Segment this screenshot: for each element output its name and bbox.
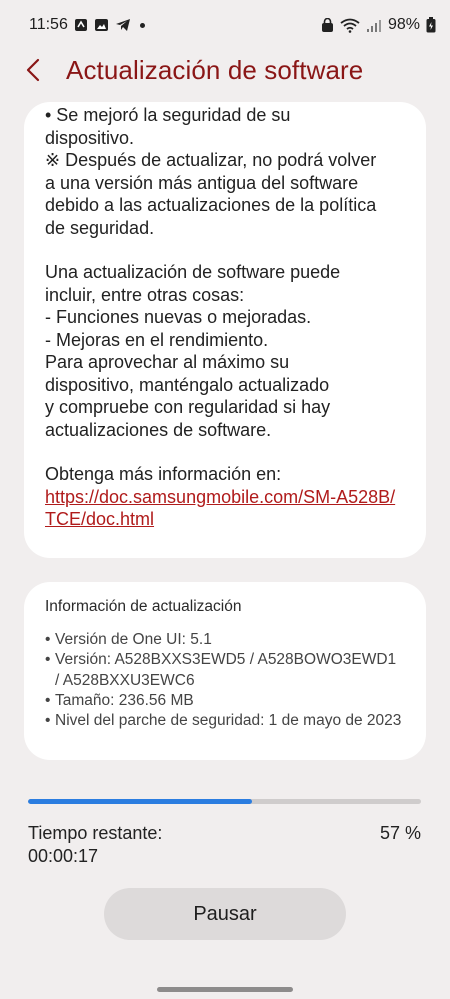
download-progress-bar	[28, 799, 421, 804]
release-notes-card[interactable]: • Se mejoró la seguridad de su dispositi…	[24, 102, 426, 558]
info-item-oneui: • Versión de One UI: 5.1	[45, 631, 212, 648]
more-info-label: Obtenga más información en:	[45, 464, 282, 484]
signal-icon	[366, 18, 382, 33]
status-time: 11:56	[29, 16, 68, 33]
notes-paragraph-security: • Se mejoró la seguridad de su dispositi…	[45, 105, 377, 238]
back-button[interactable]	[18, 56, 48, 88]
pause-button[interactable]: Pausar	[104, 888, 346, 940]
page-title: Actualización de software	[66, 55, 364, 85]
time-remaining: Tiempo restante: 00:00:17	[28, 822, 162, 868]
gesture-nav-handle[interactable]	[157, 987, 293, 992]
notification-dot-icon	[139, 22, 145, 28]
vpn-lock-icon	[321, 17, 334, 33]
info-item-size: • Tamaño: 236.56 MB	[45, 691, 194, 709]
data-transfer-icon	[74, 18, 88, 32]
update-info-list: • Versión de One UI: 5.1 • Versión: A528BX…	[45, 630, 404, 731]
status-bar: 11:56 98%	[0, 0, 450, 50]
progress-percent: 57 %	[379, 823, 421, 843]
download-progress-fill	[28, 799, 252, 804]
notes-paragraph-features: Una actualización de software puede incl…	[45, 262, 341, 440]
more-info-link[interactable]: https://doc.samsungmobile.com/SM-A528B/T…	[45, 486, 404, 531]
info-item-security-patch: • Nivel del parche de seguridad: 1 de may…	[45, 712, 402, 730]
info-item-version: • Versión: A528BXXS3EWD5 / A528BOWO3EWD1 …	[45, 651, 397, 689]
gallery-icon	[94, 18, 109, 32]
battery-icon	[426, 17, 436, 33]
update-info-card: Información de actualización • Versión de…	[24, 582, 426, 760]
time-remaining-label: Tiempo restante:	[28, 823, 163, 843]
time-remaining-value: 00:00:17	[28, 846, 99, 866]
status-bar-right: 98%	[321, 16, 436, 34]
app-header: Actualización de software	[0, 52, 450, 92]
battery-percent: 98%	[387, 16, 420, 33]
wifi-icon	[340, 18, 360, 33]
chevron-left-icon	[26, 58, 40, 87]
telegram-icon	[115, 18, 131, 32]
release-notes-text: • Se mejoró la seguridad de su dispositi…	[45, 104, 404, 531]
status-bar-left: 11:56	[29, 16, 145, 34]
update-info-title: Información de actualización	[45, 598, 242, 615]
